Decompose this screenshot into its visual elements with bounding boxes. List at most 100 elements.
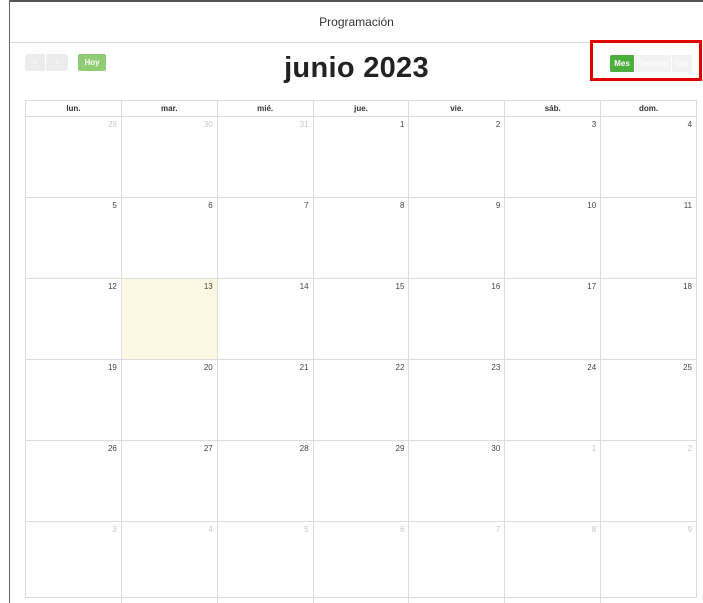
day-number: 1	[591, 444, 597, 453]
calendar-day-cell[interactable]: 9	[409, 198, 506, 278]
day-number: 8	[399, 201, 405, 210]
calendar-toolbar: < > Hoy junio 2023 Mes Semana Día	[10, 40, 703, 100]
calendar-day-cell[interactable]: 20	[122, 360, 218, 440]
day-number: 27	[203, 444, 213, 453]
calendar-day-cell[interactable]: 30	[122, 117, 218, 197]
calendar-day-cell[interactable]: 25	[601, 360, 696, 440]
day-number: 25	[683, 363, 693, 372]
calendar-day-cell[interactable]: 21	[218, 360, 314, 440]
calendar-day-cell[interactable]: 16	[409, 279, 506, 359]
day-number: 2	[495, 120, 501, 129]
weekday-header-row: lun. mar. mié. jue. vie. sáb. dom.	[26, 101, 696, 117]
day-number: 3	[112, 525, 117, 534]
calendar-day-cell[interactable]: 14	[218, 279, 314, 359]
day-number: 29	[395, 444, 405, 453]
day-number: 3	[591, 120, 597, 129]
calendar-weeks: 29 30 31 1 2 3 4 5 6 7 8 9 10 11 12 13 14 15 16 17 18 19 20 21 2…	[26, 117, 696, 603]
calendar-day-cell[interactable]: 13	[121, 279, 218, 359]
day-number: 22	[395, 363, 405, 372]
calendar-day-cell[interactable]: 28	[218, 441, 314, 521]
calendar-day-cell[interactable]: 27	[122, 441, 218, 521]
month-calendar-grid: lun. mar. mié. jue. vie. sáb. dom. 29 30 31 1 2 3 4 5…	[25, 100, 697, 603]
day-number: 31	[299, 120, 309, 129]
calendar-week-row: 12 13 14 15 16 17 18	[26, 279, 696, 360]
day-number: 10	[587, 201, 597, 210]
calendar-day-cell[interactable]: 9	[601, 522, 696, 603]
day-number: 20	[203, 363, 213, 372]
month-view-button[interactable]: Mes	[610, 55, 634, 72]
calendar-day-cell[interactable]: 4	[122, 522, 218, 603]
calendar-day-cell[interactable]: 24	[505, 360, 602, 440]
day-number: 17	[587, 282, 597, 291]
day-number: 28	[299, 444, 309, 453]
calendar-day-cell[interactable]: 29	[26, 117, 122, 197]
weekday-header: vie.	[409, 101, 506, 116]
day-number: 8	[591, 525, 597, 534]
calendar-day-cell[interactable]: 6	[122, 198, 218, 278]
day-number: 1	[399, 120, 405, 129]
calendar-day-cell[interactable]: 5	[26, 198, 122, 278]
day-number: 18	[683, 282, 693, 291]
calendar-day-cell[interactable]: 18	[601, 279, 696, 359]
calendar-week-row: 26 27 28 29 30 1 2	[26, 441, 696, 522]
page-header: Programación	[10, 2, 703, 43]
calendar-day-cell[interactable]: 22	[314, 360, 410, 440]
week-view-button[interactable]: Semana	[635, 55, 671, 72]
calendar-day-cell[interactable]: 17	[505, 279, 602, 359]
weekday-header: jue.	[314, 101, 410, 116]
day-number: 4	[208, 525, 213, 534]
day-number: 12	[107, 282, 117, 291]
day-number: 19	[107, 363, 117, 372]
day-number: 24	[587, 363, 597, 372]
calendar-day-cell[interactable]: 2	[601, 441, 696, 521]
calendar-week-row: 19 20 21 22 23 24 25	[26, 360, 696, 441]
day-number: 11	[683, 201, 693, 210]
calendar-day-cell[interactable]: 15	[314, 279, 410, 359]
calendar-day-cell[interactable]: 1	[505, 441, 602, 521]
calendar-day-cell[interactable]: 19	[26, 360, 122, 440]
calendar-day-cell[interactable]: 6	[314, 522, 410, 603]
calendar-week-row: 5 6 7 8 9 10 11	[26, 198, 696, 279]
day-number: 29	[107, 120, 117, 129]
calendar-day-cell[interactable]: 23	[409, 360, 506, 440]
day-number: 5	[112, 201, 117, 210]
calendar-day-cell[interactable]: 26	[26, 441, 122, 521]
calendar-day-cell[interactable]: 29	[314, 441, 410, 521]
calendar-day-cell[interactable]: 30	[409, 441, 506, 521]
day-number: 9	[687, 525, 693, 534]
calendar-day-cell[interactable]: 7	[409, 522, 506, 603]
day-number: 26	[107, 444, 117, 453]
calendar-week-row: 29 30 31 1 2 3 4	[26, 117, 696, 198]
calendar-day-cell[interactable]: 8	[505, 522, 602, 603]
weekday-header: mar.	[122, 101, 218, 116]
weekday-header: lun.	[26, 101, 122, 116]
day-number: 13	[203, 282, 213, 291]
calendar-week-row: 3 4 5 6 7 8 9	[26, 522, 696, 603]
calendar-day-cell[interactable]: 1	[314, 117, 410, 197]
day-number: 16	[491, 282, 501, 291]
day-number: 6	[208, 201, 213, 210]
weekday-header: mié.	[218, 101, 314, 116]
day-number: 2	[687, 444, 693, 453]
day-number: 30	[491, 444, 501, 453]
day-number: 14	[299, 282, 309, 291]
calendar-day-cell[interactable]: 2	[409, 117, 506, 197]
day-number: 9	[495, 201, 501, 210]
calendar-day-cell[interactable]: 8	[314, 198, 410, 278]
calendar-day-cell[interactable]: 12	[26, 279, 122, 359]
calendar-day-cell[interactable]: 5	[218, 522, 314, 603]
day-number: 5	[304, 525, 309, 534]
weekday-header: dom.	[639, 104, 659, 113]
day-view-button[interactable]: Día	[672, 55, 692, 72]
day-number: 7	[304, 201, 309, 210]
day-number: 21	[299, 363, 309, 372]
calendar-day-cell[interactable]: 10	[505, 198, 602, 278]
day-number: 6	[399, 525, 405, 534]
calendar-day-cell[interactable]: 4	[601, 117, 696, 197]
calendar-day-cell[interactable]: 7	[218, 198, 314, 278]
page-title: Programación	[319, 15, 394, 29]
calendar-day-cell[interactable]: 31	[218, 117, 314, 197]
calendar-day-cell[interactable]: 11	[601, 198, 696, 278]
calendar-day-cell[interactable]: 3	[505, 117, 602, 197]
calendar-day-cell[interactable]: 3	[26, 522, 122, 603]
